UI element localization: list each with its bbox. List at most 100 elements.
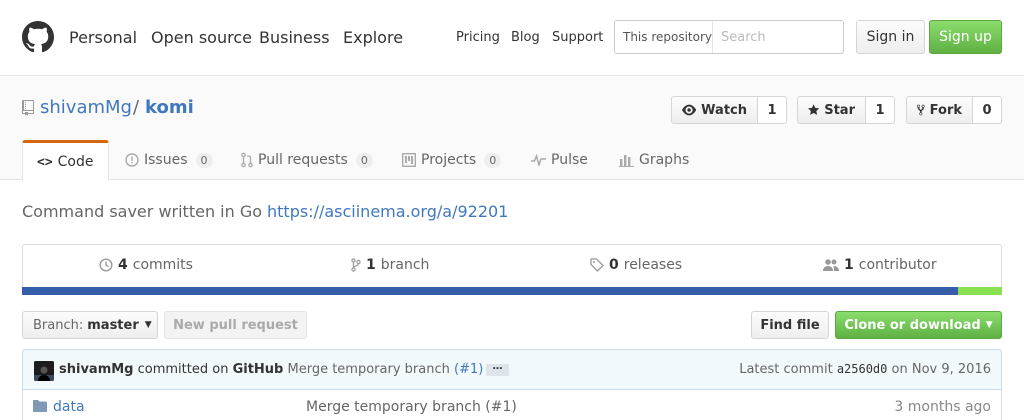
eye-icon (682, 104, 697, 116)
commits-count: 4 (118, 257, 128, 273)
contributors-label: contributor (858, 257, 937, 273)
releases-summary[interactable]: 0 releases (590, 257, 682, 273)
chevron-down-icon: ▼ (985, 320, 993, 330)
star-count[interactable]: 1 (866, 96, 895, 124)
tab-pulse[interactable]: Pulse (531, 140, 588, 180)
contributors-summary[interactable]: 1 contributor (823, 257, 937, 273)
nav-business[interactable]: Business (259, 28, 330, 47)
github-logo-icon[interactable] (22, 21, 54, 53)
tab-graphs[interactable]: Graphs (619, 140, 689, 180)
repo-header: shivamMg / komi Watch 1 Star 1 Fork 0 <>… (0, 77, 1024, 181)
nav-explore[interactable]: Explore (343, 28, 403, 47)
history-icon (99, 258, 113, 272)
site-header: Personal Open source Business Explore Pr… (0, 0, 1024, 76)
releases-label: releases (623, 257, 683, 273)
commit-summary-text: shivamMg committed on GitHub Merge tempo… (59, 362, 483, 377)
branch-icon (351, 258, 361, 272)
fork-label: Fork (929, 102, 962, 118)
star-label: Star (824, 102, 855, 118)
latest-commit-info: Latest commit a2560d0 on Nov 9, 2016 (739, 362, 991, 377)
tab-projects[interactable]: Projects 0 (402, 140, 502, 180)
branch-select-button[interactable]: Branch: master ▼ (22, 311, 158, 339)
commit-date-prefix: on (891, 362, 908, 377)
contributors-count: 1 (844, 257, 854, 273)
commit-message[interactable]: Merge temporary branch (288, 362, 450, 377)
fork-button[interactable]: Fork (906, 96, 973, 124)
branches-count: 1 (366, 257, 376, 273)
clone-download-button[interactable]: Clone or download ▼ (835, 311, 1002, 339)
releases-count: 0 (609, 257, 619, 273)
commits-label: commits (132, 257, 193, 273)
commit-platform: GitHub (232, 362, 284, 377)
tab-pull-requests[interactable]: Pull requests 0 (241, 140, 373, 180)
star-icon (808, 104, 820, 115)
file-name-link[interactable]: data (53, 399, 85, 415)
commit-sha-link[interactable]: a2560d0 (837, 362, 888, 376)
tab-graphs-label: Graphs (639, 152, 690, 168)
nav-support[interactable]: Support (552, 30, 603, 45)
watch-count[interactable]: 1 (758, 96, 787, 124)
watch-control: Watch 1 (671, 96, 787, 124)
repo-name-link[interactable]: komi (145, 97, 194, 118)
branches-label: branch (380, 257, 430, 273)
pull-requests-counter: 0 (355, 152, 373, 168)
watch-label: Watch (701, 102, 747, 118)
language-bar[interactable] (22, 287, 1002, 295)
commits-summary[interactable]: 4 commits (99, 257, 193, 273)
commit-author[interactable]: shivamMg (59, 362, 133, 377)
fork-control: Fork 0 (906, 96, 1002, 124)
branches-summary[interactable]: 1 branch (351, 257, 429, 273)
issues-counter: 0 (195, 152, 213, 168)
nav-personal[interactable]: Personal (69, 28, 137, 47)
commit-pr-link[interactable]: (#1) (454, 362, 483, 377)
search-input[interactable] (714, 21, 842, 53)
tab-issues-label: Issues (144, 152, 188, 168)
latest-commit-label: Latest commit (739, 362, 833, 377)
commit-action: committed on (137, 362, 229, 377)
sign-up-button[interactable]: Sign up (929, 20, 1002, 54)
tab-issues[interactable]: Issues 0 (125, 140, 213, 180)
nav-blog[interactable]: Blog (511, 30, 540, 45)
tab-pulse-label: Pulse (551, 152, 588, 168)
find-file-button[interactable]: Find file (751, 311, 829, 339)
projects-counter: 0 (484, 152, 502, 168)
avatar[interactable] (34, 361, 54, 381)
repo-icon (22, 100, 34, 116)
tab-pull-requests-label: Pull requests (258, 152, 348, 168)
pull-request-icon (241, 152, 253, 168)
repo-website-link[interactable]: https://asciinema.org/a/92201 (267, 202, 508, 221)
code-icon: <> (37, 154, 53, 170)
sign-in-button[interactable]: Sign in (856, 20, 925, 54)
star-button[interactable]: Star (797, 96, 866, 124)
branch-value: master (87, 317, 139, 333)
search-scope-label[interactable]: This repository (615, 21, 713, 53)
avatar-image-icon (34, 361, 54, 381)
chevron-down-icon: ▼ (144, 320, 152, 330)
graph-icon (619, 155, 634, 167)
nav-open-source[interactable]: Open source (151, 28, 252, 47)
repo-description: Command saver written in Go (22, 202, 263, 221)
folder-icon (33, 400, 47, 412)
tab-code[interactable]: <> Code (22, 140, 109, 181)
issue-icon (125, 153, 139, 167)
commit-expand-button[interactable]: … (486, 362, 509, 376)
fork-count[interactable]: 0 (973, 96, 1002, 124)
people-icon (823, 259, 839, 271)
project-icon (402, 153, 416, 167)
tab-code-label: Code (57, 154, 94, 170)
tab-projects-label: Projects (421, 152, 477, 168)
nav-pricing[interactable]: Pricing (456, 30, 500, 45)
latest-commit-bar: shivamMg committed on GitHub Merge tempo… (22, 349, 1002, 390)
clone-download-label: Clone or download (844, 317, 981, 333)
file-age: 3 months ago (894, 399, 991, 415)
list-item: data Merge temporary branch (#1) 3 month… (22, 390, 1002, 420)
file-commit-message[interactable]: Merge temporary branch (#1) (306, 399, 517, 415)
language-go-segment (22, 287, 958, 295)
pulse-icon (531, 154, 546, 166)
branch-label: Branch: (33, 317, 84, 333)
new-pull-request-button[interactable]: New pull request (164, 311, 307, 339)
star-control: Star 1 (797, 96, 895, 124)
repo-owner-link[interactable]: shivamMg (40, 97, 132, 118)
commit-date: Nov 9, 2016 (911, 362, 991, 377)
watch-button[interactable]: Watch (671, 96, 758, 124)
